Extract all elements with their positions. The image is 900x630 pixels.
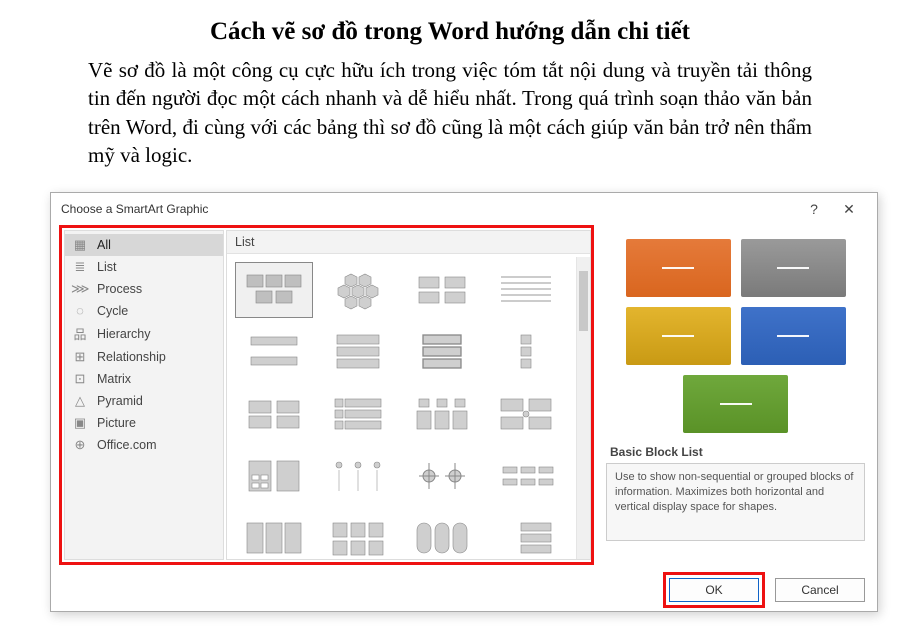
category-label: Office.com [97,438,157,452]
layout-vertical-box[interactable] [319,324,397,380]
category-matrix[interactable]: ⊡ Matrix [65,368,223,390]
help-button[interactable]: ? [799,201,829,217]
category-label: All [97,238,111,252]
dialog-titlebar: Choose a SmartArt Graphic ? ✕ [51,193,877,225]
office-icon: ⊕ [71,437,89,453]
layout-small-boxes[interactable] [487,324,565,380]
layout-pill-columns[interactable] [403,510,481,559]
category-label: Process [97,282,142,296]
gallery-header: List [227,231,590,254]
pyramid-icon: △ [71,393,89,409]
layout-lined-list[interactable] [487,262,565,318]
dialog-title: Choose a SmartArt Graphic [61,202,208,216]
cycle-icon: ◌ [71,303,89,318]
layout-columns-top[interactable] [403,386,481,442]
category-label: List [97,260,116,274]
preview-block [741,307,846,365]
gallery-scrollbar[interactable] [576,257,590,559]
category-list: ▦ All ≣ List ⋙ Process ◌ Cycle 品 Hiera [64,230,224,560]
smartart-dialog: Choose a SmartArt Graphic ? ✕ ▦ All ≣ Li… [50,192,878,612]
picture-icon: ▣ [71,415,89,431]
category-officecom[interactable]: ⊕ Office.com [65,434,223,456]
layout-basic-block-list[interactable] [235,262,313,318]
layout-nested[interactable] [235,448,313,504]
category-label: Hierarchy [97,327,151,341]
category-label: Pyramid [97,394,143,408]
layout-right-bars[interactable] [487,510,565,559]
layout-vertical-bracket[interactable] [403,324,481,380]
layout-gallery [227,254,590,559]
category-all[interactable]: ▦ All [65,234,223,256]
layout-radial[interactable] [403,448,481,504]
article-paragraph: Vẽ sơ đồ là một công cụ cực hữu ích tron… [30,56,870,169]
category-hierarchy[interactable]: 品 Hierarchy [65,321,223,346]
list-icon: ≣ [71,259,89,275]
preview-description: Use to show non-sequential or grouped bl… [606,463,865,541]
category-label: Matrix [97,372,131,386]
all-icon: ▦ [71,237,89,253]
layout-hexagon-cluster[interactable] [319,262,397,318]
dialog-footer: OK Cancel [51,569,877,611]
article-title: Cách vẽ sơ đồ trong Word hướng dẫn chi t… [30,18,870,46]
layout-bullet-columns[interactable] [319,448,397,504]
highlight-ok: OK [663,572,765,608]
hierarchy-icon: 品 [71,324,89,343]
category-pyramid[interactable]: △ Pyramid [65,390,223,412]
gallery-panel: List [226,230,591,560]
layout-tab-list[interactable] [319,386,397,442]
layout-three-panel[interactable] [235,510,313,559]
scrollbar-thumb[interactable] [579,271,588,331]
cancel-button[interactable]: Cancel [775,578,865,602]
layout-stacked[interactable] [235,324,313,380]
preview-image [606,229,865,439]
preview-panel: Basic Block List Use to show non-sequent… [598,225,869,569]
category-cycle[interactable]: ◌ Cycle [65,300,223,321]
close-button[interactable]: ✕ [829,201,869,218]
layout-picture-caption[interactable] [403,262,481,318]
relationship-icon: ⊞ [71,349,89,365]
preview-block [741,239,846,297]
category-list-item[interactable]: ≣ List [65,256,223,278]
category-label: Picture [97,416,136,430]
layout-connected-blocks[interactable] [487,386,565,442]
preview-block [626,239,731,297]
category-relationship[interactable]: ⊞ Relationship [65,346,223,368]
layout-grid-blocks[interactable] [319,510,397,559]
process-icon: ⋙ [71,281,89,297]
preview-title: Basic Block List [606,439,865,463]
highlight-left-panel: ▦ All ≣ List ⋙ Process ◌ Cycle 品 Hiera [59,225,594,565]
category-process[interactable]: ⋙ Process [65,278,223,300]
layout-two-column[interactable] [235,386,313,442]
preview-block [626,307,731,365]
category-picture[interactable]: ▣ Picture [65,412,223,434]
ok-button[interactable]: OK [669,578,759,602]
category-label: Relationship [97,350,166,364]
preview-block [683,375,788,433]
matrix-icon: ⊡ [71,371,89,387]
layout-horizontal-bars[interactable] [487,448,565,504]
category-label: Cycle [97,304,128,318]
